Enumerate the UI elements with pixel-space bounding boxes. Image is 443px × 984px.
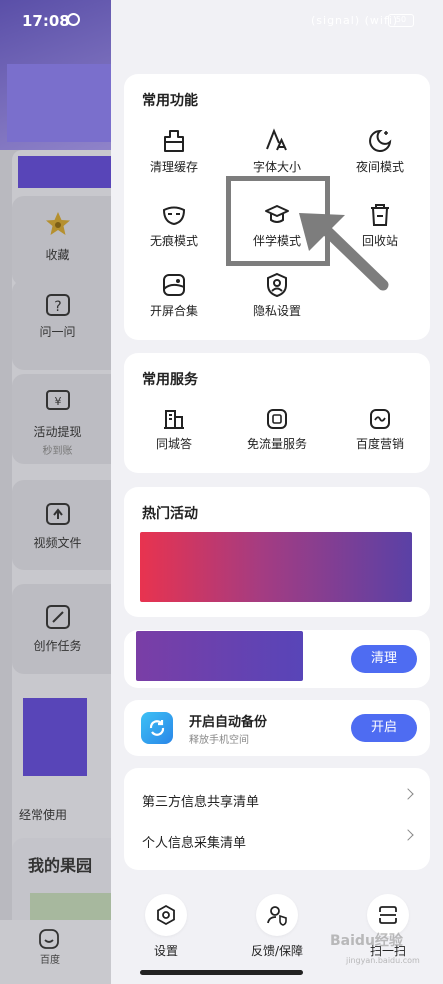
image-icon [163,274,185,296]
hot-activity-banner[interactable] [140,532,412,602]
font-size-button[interactable]: 字体大小 [227,128,327,175]
broom-icon [164,130,184,152]
common-services-card: 常用服务 同城答 免流量服务 百度营销 [124,353,430,473]
status-time: 17:08 [22,12,70,30]
baidu-marketing-button[interactable]: 百度营销 [330,407,430,452]
mask-icon [162,206,186,226]
video-icon [46,503,70,525]
watermark-url: jingyan.baidu.com [346,956,420,965]
feedback-circle [256,894,298,936]
shield-user-icon [267,272,287,298]
clean-card: 清理 [124,630,430,688]
link-label: 第三方信息共享清单 [142,795,260,810]
background-banner [7,64,111,142]
func-label: 字体大小 [252,160,301,174]
enable-backup-button[interactable]: 开启 [351,714,417,742]
clean-banner [136,631,303,681]
night-mode-button[interactable]: 夜间模式 [330,128,430,175]
settings-button[interactable]: 设置 [124,894,208,959]
common-services-title: 常用服务 [142,372,198,388]
settings-circle [145,894,187,936]
settings-icon [157,904,175,926]
incognito-mode-button[interactable]: 无痕模式 [124,202,224,249]
edit-icon [46,605,70,629]
alarm-icon [67,13,80,26]
bottom-label: 反馈/保障 [250,944,304,958]
func-label: 清理缓存 [149,160,198,174]
svg-text:¥: ¥ [55,395,62,408]
home-icon[interactable] [38,928,60,950]
backup-title: 开启自动备份 [189,715,268,730]
func-label: 夜间模式 [355,160,404,174]
bottom-nav: 百度 [0,920,111,984]
chevron-right-icon [402,788,414,800]
splash-collection-button[interactable]: 开屏合集 [124,272,224,319]
side-item-label: 问一问 [39,325,76,339]
func-label: 同城答 [155,437,192,451]
hot-activities-title: 热门活动 [142,506,198,522]
common-functions-title: 常用功能 [142,93,198,109]
often-used-label: 经常使用 [19,808,68,822]
pointer-arrow-icon [299,213,389,291]
sim-card-icon [267,409,287,429]
refresh-icon [149,720,165,736]
backup-icon [141,712,173,744]
bottom-nav-label: 百度 [40,955,60,966]
bottom-label: 设置 [153,944,178,958]
feedback-icon [267,906,287,926]
personal-info-link[interactable]: 个人信息采集清单 [142,829,414,851]
side-item-label: 收藏 [45,248,70,262]
clear-cache-button[interactable]: 清理缓存 [124,128,224,175]
hot-activities-card: 热门活动 [124,487,430,617]
side-drawer: (signal) (wifi) 50 常用功能 清理缓存 字体大小 夜间模式 无… [111,0,443,984]
background-bar [18,156,111,188]
func-label: 开屏合集 [149,304,198,318]
orchard-image [30,893,111,923]
signal-wifi-icons: (signal) (wifi) [311,14,399,27]
side-item-label: 视频文件 [33,536,82,550]
feedback-button[interactable]: 反馈/保障 [235,894,319,959]
side-item-sublabel: 秒到账 [42,446,73,457]
moon-icon [369,129,392,152]
chart-wave-icon [370,409,390,429]
func-label: 隐私设置 [252,304,301,318]
backup-subtitle: 释放手机空间 [189,735,249,746]
auto-backup-card: 开启自动备份 释放手机空间 开启 [124,700,430,756]
background-app: 17:08 收藏 ? 问一问 ¥ 活动提现 秒到账 视频文件 创作任务 经常使用… [0,0,111,984]
watermark: Baidu经验 [330,933,403,949]
font-size-icon [266,128,287,151]
battery-icon: 50 [388,14,414,27]
building-icon [164,410,184,429]
star-icon [46,212,70,235]
side-item-label: 活动提现 [33,425,82,439]
question-icon: ? [46,294,70,316]
info-lists-card: 第三方信息共享清单 个人信息采集清单 [124,768,430,870]
func-label: 百度营销 [355,437,404,451]
third-party-sharing-link[interactable]: 第三方信息共享清单 [142,788,414,810]
local-qa-button[interactable]: 同城答 [124,407,224,452]
svg-text:?: ? [54,299,61,315]
func-label: 无痕模式 [149,234,198,248]
free-data-button[interactable]: 免流量服务 [227,407,327,452]
yuan-icon: ¥ [46,390,70,410]
chevron-right-icon [402,829,414,841]
orchard-title: 我的果园 [28,856,93,875]
home-indicator[interactable] [140,970,303,975]
side-item-label: 创作任务 [33,639,82,653]
func-label: 免流量服务 [246,437,307,451]
clean-button[interactable]: 清理 [351,645,417,673]
scan-icon [379,906,397,924]
link-label: 个人信息采集清单 [142,836,247,851]
background-purple-block [23,698,87,776]
